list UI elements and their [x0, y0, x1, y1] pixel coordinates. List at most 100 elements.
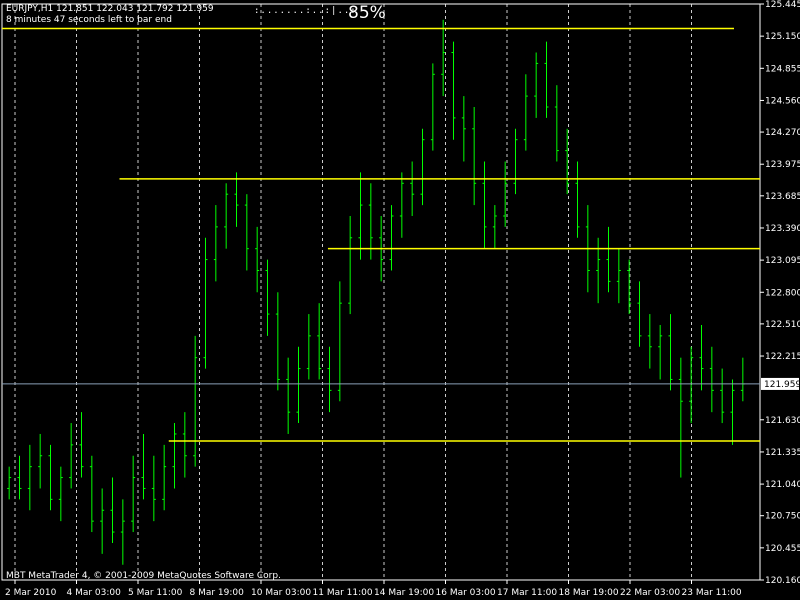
ohlc-bar	[647, 314, 652, 369]
x-tick-label: 2 Mar 2010	[5, 588, 57, 598]
ohlc-bar	[420, 128, 425, 206]
ohlc-bar	[451, 41, 456, 140]
ohlc-bar	[7, 466, 12, 500]
ohlc-bar	[348, 215, 353, 315]
y-tick-label: 123.975	[765, 160, 800, 170]
x-tick-label: 10 Mar 03:00	[251, 588, 311, 598]
y-tick-label: 124.855	[765, 64, 800, 74]
x-tick-label: 23 Mar 11:00	[682, 588, 742, 598]
ohlc-bar	[441, 19, 446, 97]
x-tick-label: 16 Mar 03:00	[436, 588, 496, 598]
ohlc-bar	[172, 423, 177, 489]
ohlc-bar	[709, 346, 714, 413]
ohlc-bar	[337, 281, 342, 402]
price-axis: 125.445 125.150 124.855 124.560 124.270 123.9…	[2, 0, 800, 586]
x-tick-label: 22 Mar 03:00	[620, 588, 680, 598]
x-tick-label: 11 Mar 11:00	[313, 588, 373, 598]
y-tick-label: 124.270	[765, 128, 800, 138]
x-tick-label: 4 Mar 03:00	[67, 588, 122, 598]
price-chart[interactable]: 125.445 125.150 124.855 124.560 124.270 123.9…	[0, 0, 800, 600]
ohlc-bar	[503, 161, 508, 227]
ohlc-bar	[203, 237, 208, 369]
ohlc-bar	[317, 303, 322, 380]
y-tick-label: 123.685	[765, 192, 800, 202]
ohlc-bar	[544, 41, 549, 118]
ohlc-bar	[554, 85, 559, 162]
x-tick-label: 14 Mar 19:00	[374, 588, 434, 598]
ohlc-bar	[678, 357, 683, 478]
ohlc-bar	[699, 324, 704, 391]
ohlc-bar	[730, 379, 735, 445]
ohlc-bar	[513, 128, 518, 195]
ohlc-bar	[58, 466, 63, 522]
ohlc-bar	[492, 205, 497, 249]
y-tick-label: 121.335	[765, 448, 800, 458]
ohlc-bar	[430, 63, 435, 151]
y-tick-label: 120.750	[765, 512, 800, 522]
x-tick-label: 18 Mar 19:00	[559, 588, 619, 598]
ohlc-bar	[79, 412, 84, 478]
ohlc-bar	[224, 183, 229, 249]
copyright-text: MBT MetaTrader 4, © 2001-2009 MetaQuotes…	[6, 571, 281, 581]
ohlc-bar	[482, 161, 487, 249]
y-tick-label: 122.215	[765, 352, 800, 362]
symbol-header: EURJPY,H1 121.851 122.043 121.792 121.95…	[6, 4, 214, 14]
x-tick-label: 17 Mar 11:00	[497, 588, 557, 598]
ohlc-bar	[534, 52, 539, 118]
ohlc-bar	[255, 226, 260, 293]
chart-frame	[1, 3, 761, 581]
ohlc-bar	[627, 259, 632, 315]
y-tick-label: 121.630	[765, 416, 800, 426]
ohlc-bar	[410, 161, 415, 216]
ohlc-bar	[461, 96, 466, 162]
y-tick-label: 124.560	[765, 96, 800, 106]
ohlc-bar	[606, 226, 611, 293]
bar-progress-percent: 85%	[348, 3, 386, 23]
ohlc-bar	[110, 477, 115, 543]
ohlc-bar	[151, 455, 156, 522]
ohlc-bar	[358, 172, 363, 260]
ohlc-bar	[120, 499, 125, 565]
y-tick-label: 121.040	[765, 480, 800, 490]
ohlc-bar	[575, 161, 580, 238]
bar-timer: 8 minutes 47 seconds left to bar end	[6, 15, 172, 25]
progress-ticks: :.......:..:|..:	[254, 6, 357, 16]
ohlc-bar	[596, 237, 601, 304]
x-tick-label: 8 Mar 19:00	[190, 588, 245, 598]
chart-grid	[1, 3, 761, 581]
ohlc-bar	[234, 172, 239, 227]
chart-bars	[7, 19, 745, 565]
ohlc-bar	[720, 368, 725, 424]
ohlc-bar	[275, 292, 280, 391]
y-tick-label: 123.095	[765, 256, 800, 266]
ohlc-bar	[523, 74, 528, 151]
ohlc-bar	[265, 259, 270, 336]
ohlc-bar	[740, 357, 745, 402]
y-tick-label: 120.455	[765, 544, 800, 554]
y-tick-label: 125.150	[765, 32, 800, 42]
ohlc-bar	[658, 324, 663, 380]
current-price-label: 121.959	[764, 380, 800, 390]
ohlc-bar	[286, 357, 291, 434]
ohlc-bar	[668, 314, 673, 391]
ohlc-bar	[327, 346, 332, 413]
ohlc-bar	[182, 412, 187, 478]
ohlc-bar	[193, 335, 198, 467]
ohlc-bar	[131, 455, 136, 533]
time-axis: 2 Mar 2010 4 Mar 03:00 5 Mar 11:00 8 Mar 19…	[5, 580, 742, 598]
x-tick-label: 5 Mar 11:00	[128, 588, 183, 598]
ohlc-bar	[399, 172, 404, 238]
ohlc-bar	[472, 106, 477, 206]
ohlc-bar	[213, 205, 218, 282]
ohlc-bar	[296, 346, 301, 424]
ohlc-bar	[48, 444, 53, 511]
y-tick-label: 122.510	[765, 320, 800, 330]
ohlc-bar	[69, 423, 74, 489]
ohlc-bar	[38, 433, 43, 489]
ohlc-bar	[306, 314, 311, 380]
ohlc-bar	[389, 205, 394, 271]
y-tick-label: 123.390	[765, 224, 800, 234]
ohlc-bar	[689, 346, 694, 424]
y-tick-label: 122.800	[765, 288, 800, 298]
ohlc-bar	[616, 248, 621, 304]
